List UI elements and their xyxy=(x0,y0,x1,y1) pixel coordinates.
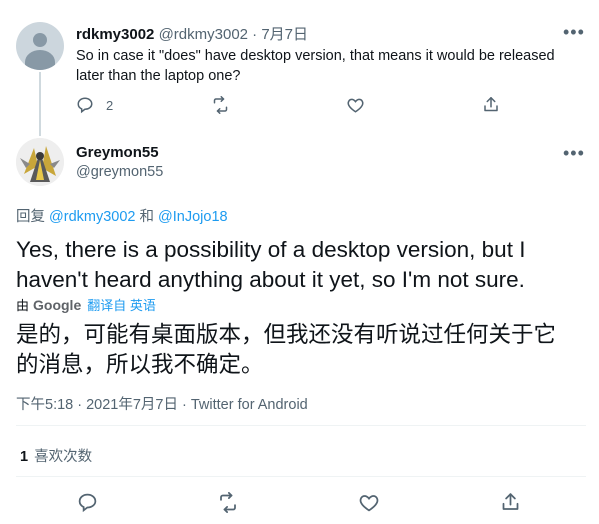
main-text-line-2: haven't heard anything about it yet, so … xyxy=(16,267,525,292)
parent-reply-button[interactable]: 2 xyxy=(76,96,113,114)
retweet-icon xyxy=(220,492,236,513)
main-handle[interactable]: @greymon55 xyxy=(76,164,163,180)
parent-tweet-text: So in case it "does" have desktop versio… xyxy=(76,46,586,86)
main-retweet-button[interactable] xyxy=(217,492,239,513)
divider-top xyxy=(16,425,586,426)
google-logo: Google xyxy=(33,296,82,313)
heart-icon xyxy=(347,98,364,113)
main-text-line-1: Yes, there is a possibility of a desktop… xyxy=(16,237,526,262)
reply-icon xyxy=(77,97,93,114)
share-icon xyxy=(502,493,519,510)
translated-line-2: 的消息，所以我不确定。 xyxy=(16,352,264,377)
main-like-button[interactable] xyxy=(358,492,380,513)
avatar-artwork xyxy=(16,138,64,186)
main-display-name[interactable]: Greymon55 xyxy=(76,144,159,161)
parent-like-button[interactable] xyxy=(346,96,365,114)
parent-text-line-1: So in case it "does" have desktop versio… xyxy=(76,48,555,64)
translated-line-1: 是的，可能有桌面版本，但我还没有听说过任何关于它 xyxy=(16,322,557,347)
main-reply-button[interactable] xyxy=(77,492,98,513)
parent-share-button[interactable] xyxy=(482,95,500,114)
divider-bottom xyxy=(16,476,586,477)
translate-by: 由 xyxy=(16,298,30,313)
default-avatar-shoulders xyxy=(25,50,55,70)
parent-avatar[interactable] xyxy=(16,22,64,70)
parent-header: rdkmy3002 @rdkmy3002 · 7月7日 xyxy=(76,23,308,44)
greymon-avatar[interactable] xyxy=(16,138,64,186)
reply-icon xyxy=(78,493,97,513)
parent-reply-count: 2 xyxy=(106,97,114,113)
translation-attribution: 由 Google 翻译自 英语 xyxy=(16,295,156,314)
translated-from-link[interactable]: 翻译自 英语 xyxy=(87,295,156,314)
parent-text-line-2: later than the laptop one? xyxy=(76,68,241,84)
reply-prefix: 回复 xyxy=(16,209,45,225)
reply-context: 回复 @rdkmy3002 和 @InJojo18 xyxy=(16,205,228,226)
main-share-button[interactable] xyxy=(500,491,521,513)
tweet-timestamp[interactable]: 下午5:18 · 2021年7月7日 · Twitter for Android xyxy=(16,393,308,414)
retweet-icon xyxy=(213,96,228,114)
parent-more-icon[interactable]: ••• xyxy=(563,23,585,41)
likes-count: 1 xyxy=(20,449,29,465)
heart-icon xyxy=(359,495,379,512)
share-icon xyxy=(484,97,498,112)
reply-and: 和 xyxy=(139,209,155,225)
reply-mention-1[interactable]: @rdkmy3002 xyxy=(49,209,135,225)
default-avatar-head xyxy=(33,33,47,47)
reply-mention-2[interactable]: @InJojo18 xyxy=(158,209,228,225)
main-more-icon[interactable]: ••• xyxy=(563,144,585,162)
thread-line xyxy=(39,72,41,136)
likes-label: 喜欢次数 xyxy=(34,449,93,465)
main-tweet-text: Yes, there is a possibility of a desktop… xyxy=(16,235,525,295)
parent-retweet-button[interactable] xyxy=(211,96,230,114)
parent-handle-date[interactable]: @rdkmy3002 · 7月7日 xyxy=(159,26,308,43)
parent-display-name[interactable]: rdkmy3002 xyxy=(76,26,154,43)
translated-text: 是的，可能有桌面版本，但我还没有听说过任何关于它 的消息，所以我不确定。 xyxy=(16,320,556,380)
likes-stat[interactable]: 1 喜欢次数 xyxy=(20,445,92,466)
